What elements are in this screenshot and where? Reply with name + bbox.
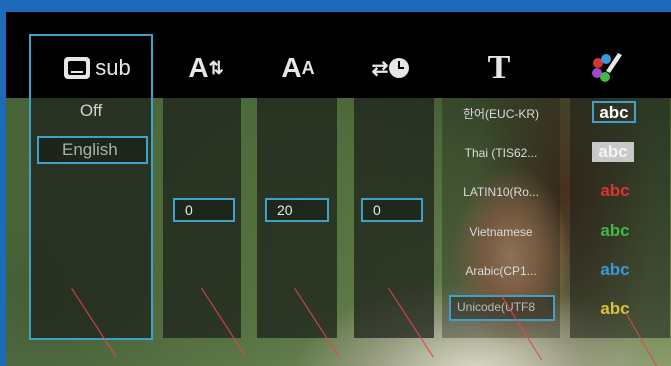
encoding-option[interactable]: Arabic(CP1... bbox=[442, 264, 560, 278]
subtitle-size-value[interactable]: 0 bbox=[173, 198, 235, 222]
palette-brush-icon bbox=[592, 53, 622, 82]
color-sample[interactable]: abc bbox=[590, 221, 640, 241]
color-sample-text: abc bbox=[599, 103, 629, 122]
sync-time-icon[interactable]: ⇄ bbox=[358, 48, 424, 88]
color-sample[interactable]: abc bbox=[590, 299, 640, 319]
encoding-option[interactable]: 한어(EUC-KR) bbox=[442, 105, 560, 122]
color-sample-selected[interactable]: abc bbox=[592, 101, 636, 123]
font-style-icon[interactable]: T bbox=[474, 48, 524, 88]
font-size-icon[interactable]: A ⇅ bbox=[176, 48, 236, 88]
sync-offset-value[interactable]: 0 bbox=[361, 198, 423, 222]
font-size-value[interactable]: 20 bbox=[265, 198, 329, 222]
selected-column-outline bbox=[29, 34, 153, 340]
encoding-option[interactable]: Vietnamese bbox=[442, 225, 560, 239]
color-palette-icon[interactable] bbox=[582, 48, 632, 88]
clock-icon bbox=[389, 58, 410, 78]
color-sample[interactable]: abc bbox=[590, 260, 640, 280]
subtitle-language-selected[interactable]: English bbox=[37, 136, 148, 164]
encoding-option[interactable]: Thai (TIS62... bbox=[442, 146, 560, 160]
color-sample[interactable]: abc bbox=[590, 181, 640, 201]
subtitle-off-option[interactable]: Off bbox=[30, 101, 152, 121]
text-position-icon[interactable]: AA bbox=[268, 48, 328, 88]
video-frame: sub A ⇅ AA ⇄ T Off English 0 20 0 한어(EUC… bbox=[6, 12, 671, 366]
color-sample[interactable]: abc bbox=[592, 142, 634, 162]
encoding-option[interactable]: LATIN10(Ro... bbox=[442, 185, 560, 199]
